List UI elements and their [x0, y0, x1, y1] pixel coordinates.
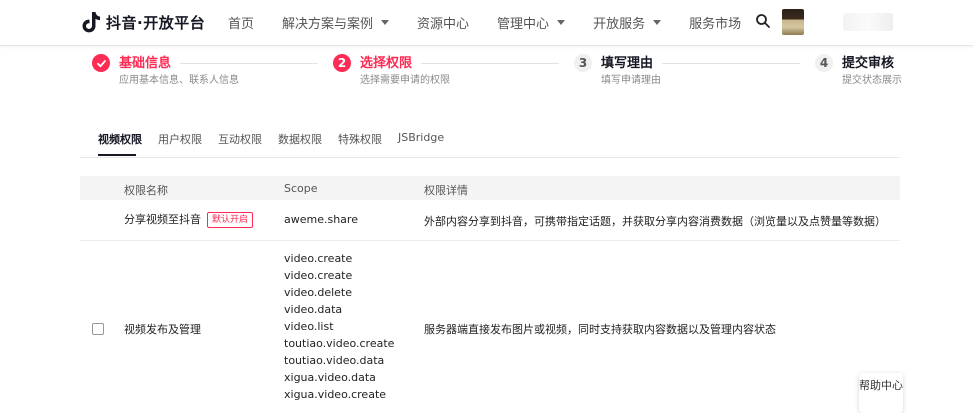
- scope-item: toutiao.video.data: [284, 354, 385, 367]
- column-header-detail: 权限详情: [424, 184, 468, 197]
- permission-detail: 外部内容分享到抖音，可携带指定话题，并获取分享内容消费数据（浏览量以及点赞量等数…: [424, 215, 886, 228]
- scope-item: video.delete: [284, 286, 353, 299]
- step-title: 基础信息: [119, 56, 172, 71]
- nav-marketplace[interactable]: 服务市场: [689, 13, 741, 32]
- step-connector: [180, 63, 318, 64]
- scope-item: xigua.video.create: [284, 388, 387, 401]
- nav-label: 开放服务: [593, 17, 646, 32]
- logo-text: 抖音·开放平台: [106, 13, 206, 32]
- scope-item: toutiao.video.create: [284, 337, 395, 350]
- tab-user[interactable]: 用户权限: [158, 131, 202, 147]
- chevron-down-icon: [557, 20, 566, 25]
- permission-name: 视频发布及管理: [124, 323, 201, 336]
- help-center-button[interactable]: 帮助中心: [859, 373, 903, 413]
- step-number: 2: [333, 54, 351, 72]
- step-connector: [662, 63, 800, 64]
- nav-label: 资源中心: [417, 17, 470, 32]
- table-row: 视频发布及管理 video.create video.create video.…: [80, 241, 900, 411]
- tab-interaction[interactable]: 互动权限: [218, 131, 262, 147]
- nav-solutions[interactable]: 解决方案与案例: [282, 13, 390, 32]
- column-header-name: 权限名称: [124, 184, 168, 197]
- tab-data[interactable]: 数据权限: [278, 131, 322, 147]
- tab-special[interactable]: 特殊权限: [338, 131, 382, 147]
- avatar[interactable]: [782, 9, 804, 35]
- step-desc: 提交状态展示: [842, 75, 902, 86]
- default-on-badge: 默认开启: [207, 212, 254, 228]
- step-desc: 应用基本信息、联系人信息: [119, 75, 239, 86]
- permission-name-cell: 分享视频至抖音 默认开启: [124, 211, 254, 228]
- nav-home[interactable]: 首页: [228, 13, 254, 32]
- permission-name: 分享视频至抖音: [124, 213, 201, 226]
- scope-item: video.list: [284, 320, 334, 333]
- nav-label: 管理中心: [497, 17, 550, 32]
- active-tab-indicator: [98, 154, 136, 156]
- step-desc: 选择需要申请的权限: [360, 75, 450, 86]
- step-title: 提交审核: [842, 56, 895, 71]
- scope-item: video.create: [284, 252, 353, 265]
- step-number: 4: [815, 54, 833, 72]
- row-checkbox[interactable]: [92, 323, 104, 335]
- douyin-logo-icon: [82, 12, 100, 33]
- logo[interactable]: 抖音·开放平台: [80, 9, 205, 35]
- permission-detail: 服务器端直接发布图片或视频，同时支持获取内容数据以及管理内容状态: [424, 323, 776, 336]
- permission-tabs: 视频权限 用户权限 互动权限 数据权限 特殊权限 JSBridge: [80, 122, 900, 158]
- search-icon[interactable]: [755, 13, 771, 29]
- chevron-down-icon: [381, 20, 390, 25]
- progress-steps: 基础信息 应用基本信息、联系人信息 2 选择权限 选择需要申请的权限 3 填写理…: [0, 52, 973, 92]
- nav-label: 服务市场: [689, 17, 742, 32]
- nav-resources[interactable]: 资源中心: [417, 13, 469, 32]
- nav-management[interactable]: 管理中心: [497, 13, 566, 32]
- scope-item: xigua.video.data: [284, 371, 376, 384]
- scope-item: video.create: [284, 269, 353, 282]
- chevron-down-icon: [653, 20, 662, 25]
- scope-cell: aweme.share: [284, 213, 358, 226]
- table-header: 权限名称 Scope 权限详情: [80, 176, 900, 200]
- step-desc: 填写申请理由: [601, 75, 661, 86]
- nav-label: 首页: [228, 17, 255, 32]
- main-nav: 首页 解决方案与案例 资源中心 管理中心 开放服务 服务市场: [228, 0, 769, 45]
- step-title: 选择权限: [360, 56, 413, 71]
- step-number: 3: [574, 54, 592, 72]
- scope-item: video.data: [284, 303, 343, 316]
- top-navbar: 抖音·开放平台 首页 解决方案与案例 资源中心 管理中心 开放服务 服务市场: [0, 0, 973, 46]
- tab-jsbridge[interactable]: JSBridge: [398, 131, 444, 144]
- step-title: 填写理由: [601, 56, 654, 71]
- column-header-scope: Scope: [284, 182, 318, 195]
- scope-list: video.create video.create video.delete v…: [284, 250, 394, 403]
- nav-label: 解决方案与案例: [282, 17, 374, 32]
- tab-video[interactable]: 视频权限: [98, 131, 142, 147]
- step-connector: [421, 63, 559, 64]
- nav-open-services[interactable]: 开放服务: [593, 13, 662, 32]
- checkmark-icon: [92, 54, 110, 72]
- table-row: 分享视频至抖音 默认开启 aweme.share 外部内容分享到抖音，可携带指定话…: [80, 200, 900, 241]
- username-blurred[interactable]: [843, 13, 893, 31]
